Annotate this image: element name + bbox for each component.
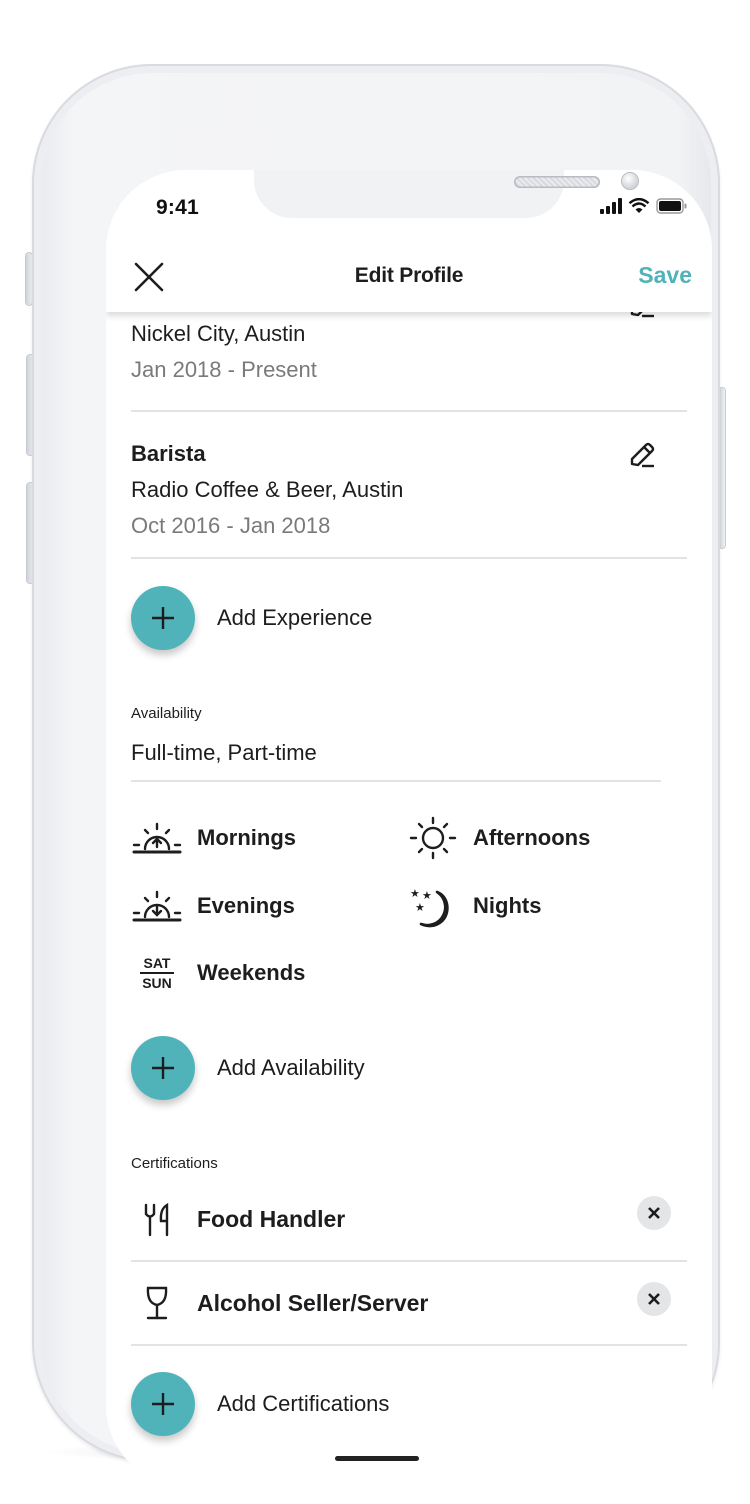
- device-notch: [254, 170, 638, 218]
- shift-weekends[interactable]: SAT SUN Weekends: [131, 951, 305, 995]
- availability-label: Availability: [131, 705, 202, 722]
- wine-glass-icon: [146, 1286, 168, 1320]
- sun-text: SUN: [142, 975, 172, 991]
- experience-dates: Oct 2016 - Jan 2018: [131, 513, 331, 538]
- add-experience-button[interactable]: Add Experience: [131, 586, 372, 650]
- certifications-label: Certifications: [131, 1155, 218, 1172]
- remove-icon[interactable]: [637, 1196, 671, 1230]
- shift-label: Evenings: [197, 893, 295, 918]
- certification-label: Alcohol Seller/Server: [197, 1289, 429, 1316]
- shift-label: Nights: [473, 893, 542, 918]
- shift-afternoons[interactable]: Afternoons: [407, 816, 590, 860]
- speaker-grille: [514, 176, 600, 188]
- remove-icon[interactable]: [637, 1282, 671, 1316]
- certification-item: Alcohol Seller/Server: [131, 1262, 687, 1346]
- status-time: 9:41: [156, 196, 199, 219]
- plus-icon: [131, 1372, 195, 1436]
- fraction-line: [140, 972, 174, 974]
- add-availability-label: Add Availability: [217, 1055, 365, 1080]
- certification-label: Food Handler: [197, 1205, 346, 1232]
- svg-text:★: ★: [415, 901, 425, 914]
- status-bar: 9:41: [106, 170, 712, 242]
- experience-item[interactable]: Barista Radio Coffee & Beer, Austin Oct …: [131, 436, 687, 559]
- battery-icon: [656, 198, 687, 214]
- sunset-icon: [132, 890, 182, 922]
- experience-dates: Jan 2018 - Present: [131, 357, 317, 382]
- signal-icon: [600, 198, 622, 214]
- pencil-icon[interactable]: [627, 440, 657, 470]
- svg-text:★: ★: [410, 887, 420, 900]
- moon-stars-icon: ★ ★ ★: [410, 887, 449, 928]
- sat-text: SAT: [143, 955, 171, 971]
- add-certifications-button[interactable]: Add Certifications: [131, 1372, 389, 1436]
- shift-nights[interactable]: ★ ★ ★ Nights: [407, 884, 541, 928]
- device-bottom-port: [335, 1456, 419, 1461]
- front-camera: [622, 173, 638, 189]
- shift-mornings[interactable]: Mornings: [131, 816, 296, 860]
- availability-field[interactable]: Full-time, Part-time: [131, 740, 661, 782]
- experience-title: Barista: [131, 441, 206, 466]
- device-frame: Bartender Nickel City, Austin Jan 2018 -…: [32, 64, 720, 1486]
- add-availability-button[interactable]: Add Availability: [131, 1036, 365, 1100]
- shift-label: Afternoons: [473, 825, 591, 850]
- wifi-icon: [628, 198, 650, 213]
- sunrise-icon: [132, 822, 182, 854]
- experience-place: Radio Coffee & Beer, Austin: [131, 477, 404, 502]
- add-certifications-label: Add Certifications: [217, 1391, 390, 1416]
- fork-knife-icon: [144, 1202, 169, 1237]
- sat-sun-icon: SAT SUN: [131, 951, 183, 995]
- plus-icon: [131, 1036, 195, 1100]
- shift-evenings[interactable]: Evenings: [131, 884, 295, 928]
- navigation-bar: Edit Profile Save: [106, 242, 712, 312]
- status-icons: [600, 198, 688, 214]
- add-experience-label: Add Experience: [217, 605, 373, 630]
- shift-label: Weekends: [197, 960, 306, 985]
- page-title: Edit Profile: [354, 264, 464, 287]
- save-button[interactable]: Save: [638, 262, 692, 289]
- plus-icon: [131, 586, 195, 650]
- shift-label: Mornings: [197, 825, 296, 850]
- screen: Bartender Nickel City, Austin Jan 2018 -…: [106, 170, 712, 1486]
- experience-place: Nickel City, Austin: [131, 321, 306, 346]
- sun-icon: [409, 816, 457, 860]
- certification-item: Food Handler: [131, 1178, 687, 1262]
